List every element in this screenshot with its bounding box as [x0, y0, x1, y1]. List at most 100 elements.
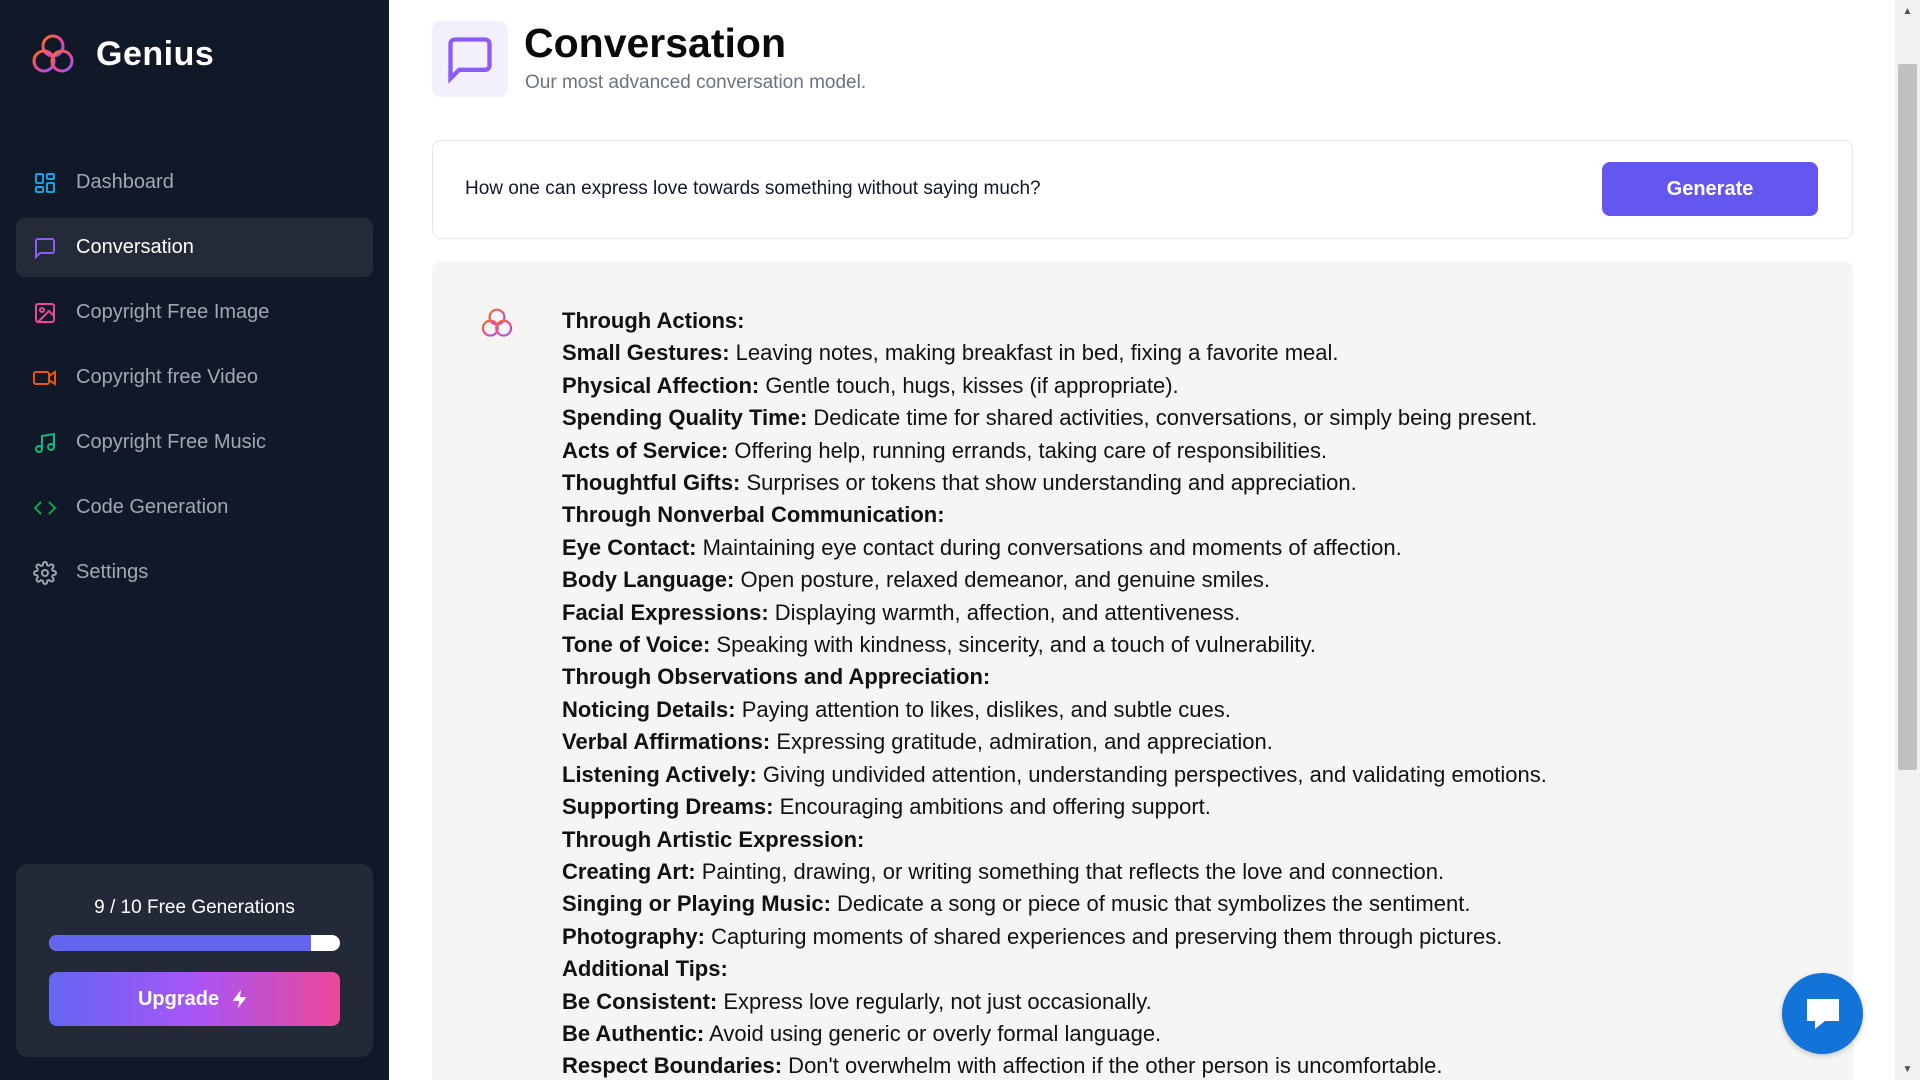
response-line: Facial Expressions: Displaying warmth, a…: [562, 597, 1832, 629]
response-line: Verbal Affirmations: Expressing gratitud…: [562, 726, 1832, 758]
response-line-heading: Be Consistent:: [562, 988, 718, 1014]
response-line: Through Artistic Expression:: [562, 824, 1832, 856]
response-line-heading: Tone of Voice:: [562, 632, 711, 658]
response-line: Spending Quality Time: Dedicate time for…: [562, 402, 1832, 434]
free-generations-progress-fill: [49, 935, 311, 951]
music-icon: [32, 430, 58, 456]
response-line-text: Gentle touch, hugs, kisses (if appropria…: [759, 372, 1179, 398]
response-line-text: Speaking with kindness, sincerity, and a…: [710, 632, 1317, 658]
sidebar-item-label: Code Generation: [76, 496, 229, 518]
page-title: Conversation: [524, 20, 786, 66]
main-content: Conversation Our most advanced conversat…: [389, 0, 1895, 1080]
response-line: Be Consistent: Express love regularly, n…: [562, 986, 1832, 1018]
response-line-heading: Creating Art:: [562, 858, 696, 884]
sidebar-item-label: Copyright free Video: [76, 366, 258, 388]
response-line-text: Giving undivided attention, understandin…: [756, 761, 1547, 787]
scroll-up-arrow-icon[interactable]: ▲: [1895, 0, 1920, 22]
response-line-heading: Body Language:: [562, 567, 735, 593]
scroll-down-arrow-icon[interactable]: ▼: [1895, 1058, 1920, 1080]
response-line-heading: Respect Boundaries:: [562, 1053, 783, 1079]
response-line: Through Observations and Appreciation:: [562, 661, 1832, 693]
response-line: Creating Art: Painting, drawing, or writ…: [562, 856, 1832, 888]
response-line: Singing or Playing Music: Dedicate a son…: [562, 888, 1832, 920]
response-line: Noticing Details: Paying attention to li…: [562, 694, 1832, 726]
response-line-text: Avoid using generic or overly formal lan…: [704, 1020, 1162, 1046]
response-line-heading: Verbal Affirmations:: [562, 729, 771, 755]
video-icon: [32, 365, 58, 391]
response-line: Through Nonverbal Communication:: [562, 499, 1832, 531]
response-line-heading: Through Artistic Expression:: [562, 826, 865, 852]
sidebar-item-settings[interactable]: Settings: [16, 543, 373, 602]
page-subtitle: Our most advanced conversation model.: [525, 72, 867, 93]
response-line-text: Maintaining eye contact during conversat…: [696, 534, 1402, 560]
genius-logo-icon: [32, 34, 74, 73]
sidebar-nav: Dashboard Conversation Copyright Free Im…: [16, 153, 373, 608]
zap-icon: [232, 989, 247, 1009]
response-line: Be Authentic: Avoid using generic or ove…: [562, 1018, 1832, 1050]
response-line-heading: Physical Affection:: [562, 372, 760, 398]
free-generations-card: 9 / 10 Free Generations Upgrade: [16, 864, 373, 1057]
sidebar-item-dashboard[interactable]: Dashboard: [16, 153, 373, 212]
page-scrollbar[interactable]: ▲ ▼: [1895, 0, 1920, 1080]
response-line: Thoughtful Gifts: Surprises or tokens th…: [562, 467, 1832, 499]
code-icon: [32, 495, 58, 521]
response-line: Acts of Service: Offering help, running …: [562, 435, 1832, 467]
response-line: Small Gestures: Leaving notes, making br…: [562, 337, 1832, 369]
response-line: Listening Actively: Giving undivided att…: [562, 759, 1832, 791]
brand-name: Genius: [96, 34, 215, 73]
dashboard-grid-icon: [32, 170, 58, 196]
response-line: Body Language: Open posture, relaxed dem…: [562, 564, 1832, 596]
prompt-input[interactable]: [465, 169, 1565, 209]
brand[interactable]: Genius: [30, 30, 214, 78]
response-line-heading: Singing or Playing Music:: [562, 891, 831, 917]
scrollbar-thumb[interactable]: [1898, 64, 1917, 770]
response-line-text: Surprises or tokens that show understand…: [740, 470, 1357, 496]
message-square-icon: [448, 37, 492, 84]
sidebar-item-music[interactable]: Copyright Free Music: [16, 413, 373, 472]
response-line: Supporting Dreams: Encouraging ambitions…: [562, 791, 1832, 823]
gear-icon: [32, 560, 58, 586]
response-line-heading: Through Observations and Appreciation:: [562, 664, 991, 690]
response-line: Photography: Capturing moments of shared…: [562, 921, 1832, 953]
response-line: Eye Contact: Maintaining eye contact dur…: [562, 532, 1832, 564]
sidebar-item-conversation[interactable]: Conversation: [16, 218, 373, 277]
response-line-heading: Spending Quality Time:: [562, 405, 808, 431]
response-line: Tone of Voice: Speaking with kindness, s…: [562, 629, 1832, 661]
response-line-heading: Additional Tips:: [562, 956, 728, 982]
response-line-text: Express love regularly, not just occasio…: [717, 988, 1152, 1014]
response-line-text: Dedicate time for shared activities, con…: [807, 405, 1538, 431]
sidebar-item-label: Copyright Free Image: [76, 301, 270, 323]
response-line-heading: Eye Contact:: [562, 534, 697, 560]
sidebar-item-image[interactable]: Copyright Free Image: [16, 283, 373, 342]
response-line-text: Encouraging ambitions and offering suppo…: [773, 794, 1211, 820]
sidebar-item-label: Settings: [76, 561, 149, 583]
response-line-heading: Facial Expressions:: [562, 599, 769, 625]
response-line-heading: Acts of Service:: [562, 437, 729, 463]
response-line-text: Open posture, relaxed demeanor, and genu…: [734, 567, 1271, 593]
sidebar-item-video[interactable]: Copyright free Video: [16, 348, 373, 407]
assistant-response: Through Actions: Small Gestures: Leaving …: [432, 261, 1853, 1080]
response-line: Physical Affection: Gentle touch, hugs, …: [562, 370, 1832, 402]
sidebar-item-code[interactable]: Code Generation: [16, 478, 373, 537]
image-icon: [32, 300, 58, 326]
response-line-text: Offering help, running errands, taking c…: [728, 437, 1328, 463]
response-line-text: Displaying warmth, affection, and attent…: [768, 599, 1241, 625]
response-line-heading: Supporting Dreams:: [562, 794, 774, 820]
chat-widget-button[interactable]: [1782, 973, 1863, 1054]
response-line-text: Painting, drawing, or writing something …: [695, 858, 1445, 884]
upgrade-button[interactable]: Upgrade: [49, 972, 340, 1026]
genius-logo-icon: [481, 308, 513, 337]
free-generations-count: 9 / 10 Free Generations: [94, 897, 295, 918]
sidebar-item-label: Copyright Free Music: [76, 431, 267, 453]
upgrade-label: Upgrade: [137, 987, 220, 1010]
response-line-heading: Listening Actively:: [562, 761, 757, 787]
response-line-heading: Photography:: [562, 923, 705, 949]
response-line-heading: Be Authentic:: [562, 1020, 705, 1046]
free-generations-progress: [49, 935, 340, 951]
generate-button[interactable]: Generate: [1602, 162, 1818, 216]
response-line-text: Dedicate a song or piece of music that s…: [830, 891, 1471, 917]
response-line: Through Actions:: [562, 305, 1832, 337]
response-line-text: Paying attention to likes, dislikes, and…: [735, 696, 1231, 722]
sidebar: Genius Dashboard Conversation Copyright …: [0, 0, 389, 1080]
response-line-heading: Small Gestures:: [562, 340, 730, 366]
